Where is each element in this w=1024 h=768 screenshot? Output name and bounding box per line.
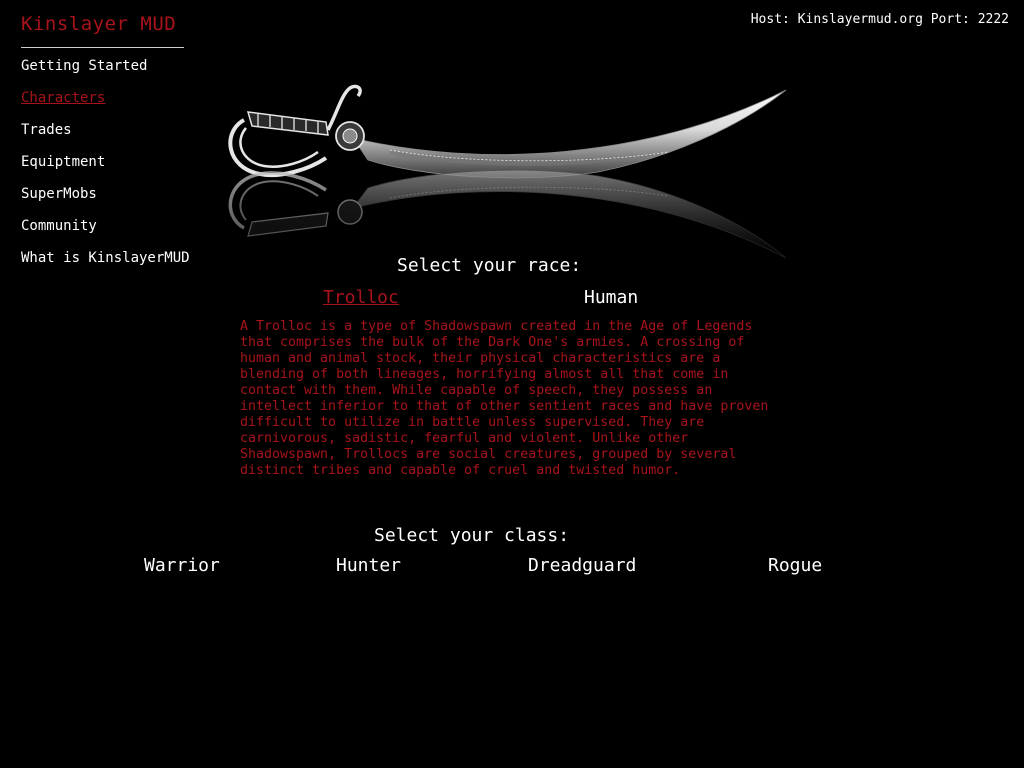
class-heading: Select your class: (374, 525, 570, 546)
class-option-dreadguard[interactable]: Dreadguard (528, 555, 636, 576)
sidebar-nav: Getting Started Characters Trades Equipt… (21, 57, 190, 281)
race-heading: Select your race: (397, 255, 582, 276)
nav-item-getting-started[interactable]: Getting Started (21, 57, 190, 89)
nav-item-equiptment[interactable]: Equiptment (21, 153, 190, 185)
host-info: Host: Kinslayermud.org Port: 2222 (750, 12, 1009, 27)
class-option-hunter[interactable]: Hunter (336, 555, 401, 576)
nav-item-characters[interactable]: Characters (21, 89, 190, 121)
site-title: Kinslayer MUD (21, 13, 177, 35)
nav-item-community[interactable]: Community (21, 217, 190, 249)
nav-item-trades[interactable]: Trades (21, 121, 190, 153)
class-option-rogue[interactable]: Rogue (768, 555, 822, 576)
nav-item-what-is-kinslayermud[interactable]: What is KinslayerMUD (21, 249, 190, 281)
sword-blade (352, 89, 787, 179)
title-divider (21, 47, 184, 48)
race-option-trolloc[interactable]: Trolloc (323, 287, 399, 308)
class-option-warrior[interactable]: Warrior (144, 555, 220, 576)
sword-image (218, 84, 798, 265)
sword-hilt (228, 84, 365, 177)
race-option-human[interactable]: Human (584, 287, 638, 308)
nav-item-supermobs[interactable]: SuperMobs (21, 185, 190, 217)
race-description: A Trolloc is a type of Shadowspawn creat… (240, 319, 769, 478)
